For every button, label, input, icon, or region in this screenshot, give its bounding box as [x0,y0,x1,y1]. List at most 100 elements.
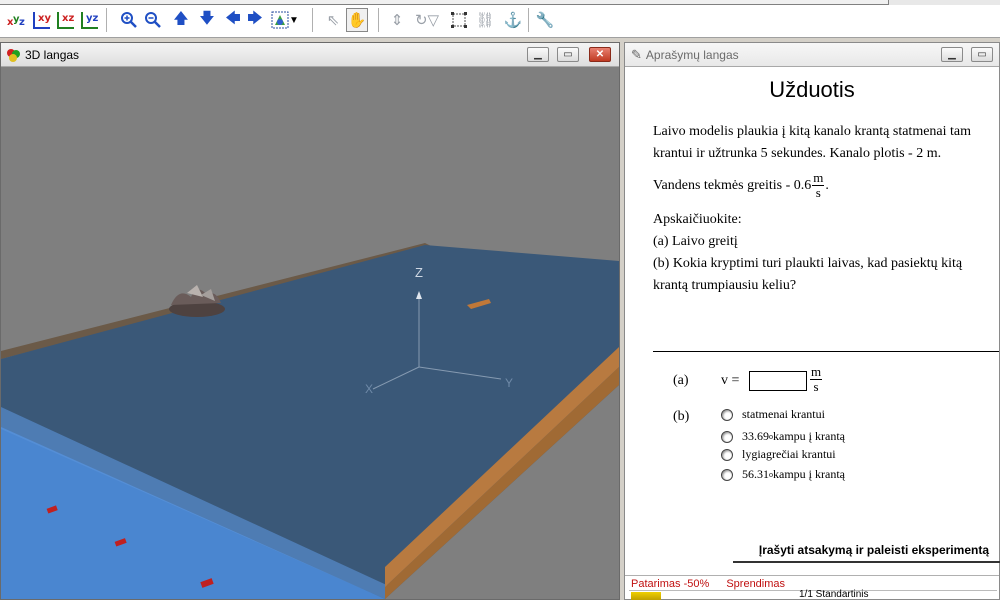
color-picker-button[interactable]: ▼ [268,8,302,32]
answer-b-label: (b) [673,409,690,424]
task-heading: Užduotis [769,77,855,102]
rotate-icon: ↻▽ [414,12,440,29]
maximize-icon: ▭ [563,49,573,60]
zoom-in-icon [121,12,137,28]
app-logo-icon [7,48,20,62]
unit-denominator: s [815,185,821,200]
option-parallel[interactable]: lygiagrečiai krantui [721,447,836,462]
zoom-in-button[interactable] [118,8,140,32]
current-speed-text: Vandens tekmės greitis - 0.6 [653,177,812,193]
close-button[interactable]: ✕ [589,47,611,62]
velocity-input[interactable] [749,371,807,391]
section-divider [653,351,999,352]
arrow-down-icon: 🡇 [199,9,215,27]
wrench-icon: 🔧 [535,12,555,29]
arrow-up-icon: 🡅 [173,9,189,27]
maximize-button[interactable]: ▭ [971,47,993,62]
window-3d: 3D langas ▁ ▭ ✕ Z X Y [0,42,620,600]
arrow-right-button[interactable]: 🡆 [244,8,266,32]
option-label: 33.69 [742,429,769,443]
toolbar-separator [528,8,529,32]
submit-answer-button[interactable]: Įrašyti atsakymą ir paleisti eksperiment… [733,543,1000,563]
toolbar-separator [378,8,379,32]
option-label: 56.31 [742,467,769,481]
rotate-button[interactable]: ↻▽ [410,8,444,32]
task-a: (a) Laivo greitį [653,234,738,249]
view-xz-icon: xz [57,12,74,29]
radio-button[interactable] [721,448,733,461]
option-label: statmenai krantui [742,407,825,421]
arrow-down-button[interactable]: 🡇 [196,8,218,32]
minimize-icon: ▁ [948,49,956,60]
hand-icon: ✋ [347,12,367,29]
scene-canvas[interactable]: Z X Y [1,67,619,599]
main-toolbar: x y z xy xz yz 🡅 🡇 🡄 🡆 ▼ ⇖ ✋ ⇕ ↻▽ ⛓ ⚓ 🔧 [0,0,1000,38]
view-yz-button[interactable]: yz [78,8,100,32]
toolbar-separator [312,8,313,32]
minimize-button[interactable]: ▁ [941,47,963,62]
task-content: Užduotis Laivo modelis plaukia į kitą ka… [625,67,1000,575]
view-yz-icon: yz [81,12,99,29]
anchor-button[interactable]: ⚓ [502,8,524,32]
settings-button[interactable]: 🔧 [534,8,556,32]
svg-text:xy: xy [38,13,51,24]
app-root: x y z xy xz yz 🡅 🡇 🡄 🡆 ▼ ⇖ ✋ ⇕ ↻▽ ⛓ ⚓ 🔧 … [0,0,1000,600]
radio-button[interactable] [721,408,733,421]
menu-strip-right [888,0,1000,5]
select-box-icon [451,12,467,28]
view-xyz-button[interactable]: x y z [6,8,28,32]
solution-link[interactable]: Sprendimas [726,578,785,590]
arrow-up-button[interactable]: 🡅 [170,8,192,32]
link-button[interactable]: ⛓ [474,8,496,32]
close-icon: ✕ [595,49,605,60]
y-axis-label: Y [505,376,513,390]
view-xz-button[interactable]: xz [54,8,76,32]
description-window-titlebar[interactable]: ✎ Aprašymų langas ▁ ▭ [625,43,999,67]
radio-button[interactable] [721,430,733,443]
zoom-out-icon [145,12,161,28]
view-xy-icon: xy [33,12,51,29]
resize-button[interactable]: ⇕ [386,8,408,32]
option-perpendicular[interactable]: statmenai krantui [721,407,825,422]
page-label: 1/1 Standartinis [799,589,869,600]
minimize-button[interactable]: ▁ [527,47,549,62]
description-window-title: Aprašymų langas [645,47,739,62]
resize-icon: ⇕ [390,12,404,29]
answer-unit-denominator: s [813,379,819,394]
task-intro: Apskaičiuokite: [653,212,742,227]
answer-unit-numerator: m [810,364,823,380]
scene-viewport[interactable]: Z X Y [1,67,619,599]
svg-text:yz: yz [86,13,99,24]
unit-numerator: m [812,170,825,186]
page-indicator [631,592,661,600]
window-3d-titlebar[interactable]: 3D langas ▁ ▭ ✕ [1,43,619,67]
answer-a-label: (a) [673,373,689,388]
radio-button[interactable] [721,468,733,481]
page-bar: 1/1 Standartinis [629,589,997,600]
window-3d-title: 3D langas [25,47,80,62]
toolbar-separator [106,8,107,32]
view-xy-button[interactable]: xy [30,8,52,32]
arrow-left-icon: 🡄 [225,9,241,27]
hand-button[interactable]: ✋ [346,8,368,32]
anchor-icon: ⚓ [503,12,523,29]
current-speed-suffix: . [825,177,829,193]
chevron-down-icon: ▼ [289,14,299,26]
svg-text:z: z [19,17,25,28]
option-angle-33[interactable]: 33.69 o kampu į krantą [721,429,845,444]
color-picker-icon [271,11,289,29]
hint-link[interactable]: Patarimas -50% [631,578,709,590]
unit-fraction: m s [812,170,825,200]
option-label-rest: kampu į krantą [773,467,845,481]
description-statusbar: Patarimas -50% Sprendimas 1/1 Standartin… [625,575,999,600]
maximize-button[interactable]: ▭ [557,47,579,62]
menu-strip [0,0,888,5]
select-box-button[interactable] [448,8,470,32]
minimize-icon: ▁ [534,49,542,60]
pointer-button[interactable]: ⇖ [322,8,344,32]
view-xyz-icon: x y z [7,14,25,28]
zoom-out-button[interactable] [142,8,164,32]
arrow-left-button[interactable]: 🡄 [222,8,244,32]
option-angle-56[interactable]: 56.31 o kampu į krantą [721,467,845,482]
hint-links: Patarimas -50% Sprendimas [631,578,799,590]
